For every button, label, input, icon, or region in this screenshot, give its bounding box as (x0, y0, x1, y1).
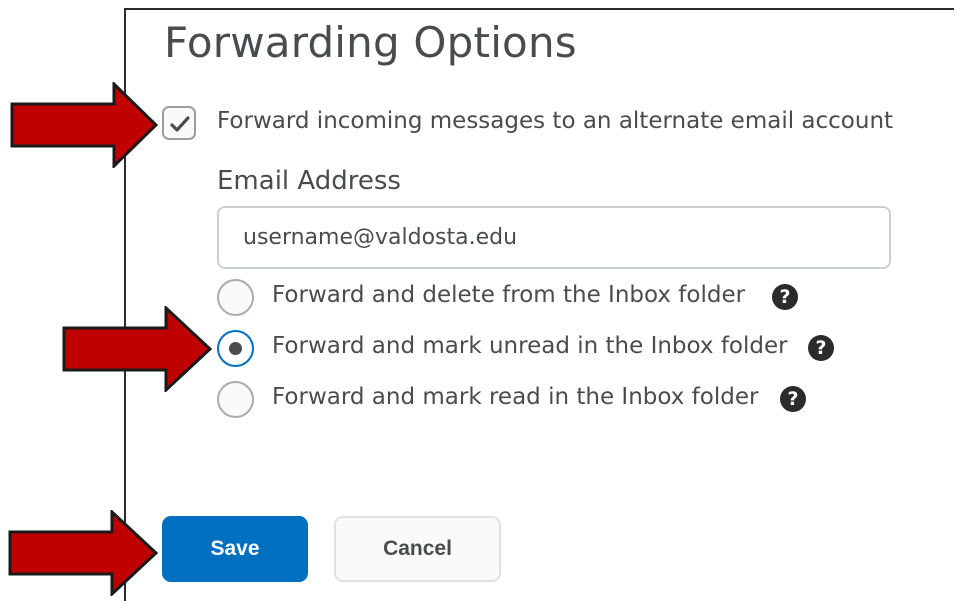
radio-option-delete[interactable]: Forward and delete from the Inbox folder… (217, 279, 817, 319)
forward-checkbox-label: Forward incoming messages to an alternat… (217, 108, 894, 134)
email-address-label: Email Address (217, 166, 401, 196)
save-button[interactable]: Save (162, 516, 308, 582)
annotation-arrow-save (8, 510, 159, 596)
radio-option-mark-unread[interactable]: Forward and mark unread in the Inbox fol… (217, 330, 847, 370)
checkmark-icon (170, 116, 190, 132)
radio-button[interactable] (217, 279, 254, 316)
question-circle-icon[interactable]: ? (772, 284, 798, 310)
question-circle-icon[interactable]: ? (780, 386, 806, 412)
radio-option-label: Forward and delete from the Inbox folder (272, 282, 746, 308)
radio-button[interactable] (217, 381, 254, 418)
email-address-input[interactable] (217, 206, 891, 269)
question-circle-icon[interactable]: ? (808, 335, 834, 361)
forward-checkbox[interactable] (162, 106, 196, 140)
annotation-arrow-radio (62, 306, 213, 392)
radio-selected-dot (229, 342, 242, 355)
radio-option-label: Forward and mark read in the Inbox folde… (272, 384, 759, 410)
page-title: Forwarding Options (164, 18, 577, 67)
annotation-arrow-checkbox (10, 82, 159, 168)
radio-option-label: Forward and mark unread in the Inbox fol… (272, 333, 788, 359)
radio-button-selected[interactable] (217, 330, 254, 367)
radio-option-mark-read[interactable]: Forward and mark read in the Inbox folde… (217, 381, 817, 421)
cancel-button[interactable]: Cancel (334, 516, 501, 582)
